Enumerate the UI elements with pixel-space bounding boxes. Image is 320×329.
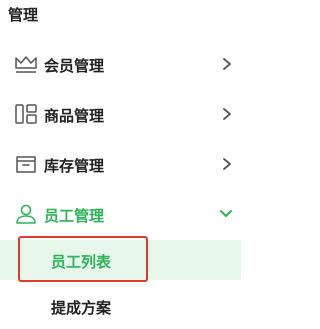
submenu-item-commission-plan[interactable]: 提成方案 [0, 286, 241, 326]
submenu-item-commission-plan-label: 提成方案 [51, 299, 112, 317]
menu-item-member[interactable]: 会员管理 [0, 44, 241, 84]
menu-item-staff[interactable]: 员工管理 [0, 194, 241, 234]
chevron-down-icon [220, 210, 232, 217]
menu-item-inventory[interactable]: 库存管理 [0, 144, 241, 184]
menu-item-goods[interactable]: 商品管理 [0, 94, 241, 134]
chevron-right-icon [223, 158, 231, 170]
user-icon [16, 204, 36, 224]
chevron-right-icon [223, 58, 231, 70]
chevron-right-icon [223, 108, 231, 120]
menu-item-inventory-label: 库存管理 [44, 157, 105, 175]
menu-item-member-label: 会员管理 [44, 57, 105, 75]
crown-icon [15, 56, 37, 73]
goods-icon [15, 104, 37, 124]
menu-title: 管理 [8, 6, 39, 24]
menu-item-goods-label: 商品管理 [44, 107, 105, 125]
submenu-item-staff-list[interactable]: 员工列表 [0, 240, 241, 280]
inventory-icon [16, 156, 36, 173]
submenu-item-staff-list-label: 员工列表 [51, 253, 112, 271]
menu-item-staff-label: 员工管理 [44, 207, 105, 225]
